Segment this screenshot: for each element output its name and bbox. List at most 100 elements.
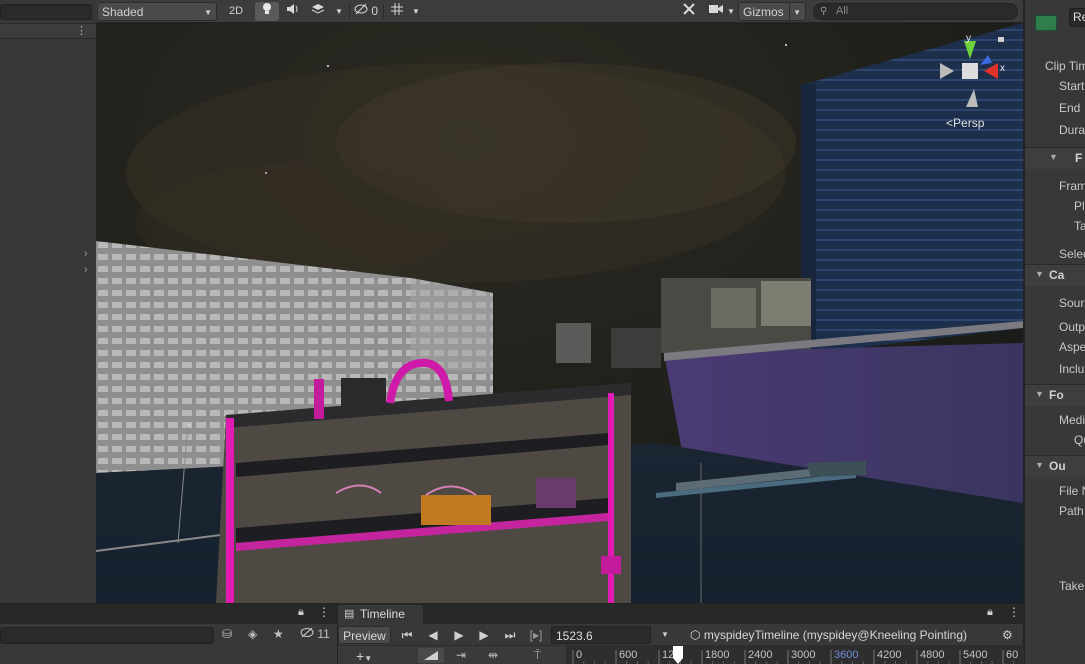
kebab-menu-icon[interactable]: ⋮	[318, 605, 330, 619]
filter-by-type-icon[interactable]: ⛁	[222, 627, 232, 641]
timeline-icon: ▤	[344, 608, 355, 620]
inspector-section-output[interactable]: ▼ Ou	[1025, 455, 1085, 477]
perspective-icon: <	[946, 116, 954, 130]
ruler-ticks: 0 600 120 1800 2400 3000 3600 4200 4800 5400 60	[572, 649, 1036, 664]
foldout-arrow-icon: ▼	[1035, 460, 1044, 470]
previous-frame-button[interactable]: ◀︎	[423, 626, 443, 644]
gizmo-neg-y-cone-icon[interactable]	[966, 89, 978, 107]
hidden-packages-toggle[interactable]: 11	[300, 627, 330, 641]
skip-forward-icon: ⏭︎	[504, 628, 516, 642]
kebab-menu-icon[interactable]: ⋮	[1008, 605, 1020, 619]
lock-icon[interactable]: 🔒︎	[298, 606, 304, 619]
scene-visibility-toggle[interactable]: 0	[354, 2, 380, 21]
scene-search-input[interactable]: ⚲ All	[813, 3, 1018, 20]
tab-timeline-label: Timeline	[360, 607, 405, 621]
camera-icon	[708, 4, 724, 18]
timeline-settings-button[interactable]: ⚙	[1002, 626, 1018, 644]
gizmo-neg-x-cone-icon[interactable]	[940, 63, 954, 79]
kebab-menu-icon[interactable]: ⋮	[76, 24, 87, 39]
object-name-field[interactable]: Re	[1069, 8, 1085, 27]
toggle-2d-button[interactable]: 2D	[224, 2, 248, 21]
scene-search-placeholder: All	[836, 5, 849, 17]
inspector-row-label: Dura	[1059, 123, 1085, 137]
eye-hidden-icon	[354, 3, 371, 18]
hidden-count-label: 11	[317, 627, 330, 641]
gizmos-dropdown[interactable]: Gizmos ▼	[738, 2, 806, 22]
section-label: Ca	[1049, 268, 1065, 282]
add-track-button[interactable]: +▼	[356, 646, 372, 664]
playhead-icon[interactable]	[673, 646, 683, 664]
frame-format-dropdown[interactable]: ▼	[661, 626, 673, 644]
gizmo-z-cone-icon[interactable]	[980, 55, 992, 65]
inspector-row-label: Inclu	[1059, 362, 1085, 376]
gizmo-y-label: y	[966, 33, 971, 44]
grid-toggle-button[interactable]	[387, 2, 407, 21]
snap-icon: ⇥	[456, 648, 467, 662]
camera-settings-button[interactable]	[704, 2, 728, 21]
inspector-section-capture[interactable]: ▼ Ca	[1025, 264, 1085, 286]
lighting-toggle-button[interactable]	[255, 2, 279, 21]
fold-arrow-icon[interactable]: ›	[84, 248, 88, 260]
tab-timeline[interactable]: ▤ Timeline	[338, 605, 423, 624]
ripple-mode-button[interactable]: ⇹	[488, 648, 498, 662]
fold-arrow-icon[interactable]: ›	[84, 264, 88, 276]
inspector-row-label: Fram	[1059, 179, 1085, 193]
hierarchy-search-field[interactable]	[0, 4, 92, 20]
inspector-row-label: Take	[1059, 579, 1085, 593]
audio-toggle-button[interactable]	[282, 2, 304, 21]
go-to-end-button[interactable]: ⏭︎	[499, 626, 521, 644]
scene-viewport[interactable]: y x <Persp	[96, 23, 1023, 603]
lock-icon[interactable]: 🔒︎	[987, 606, 993, 619]
curves-toggle-button[interactable]	[418, 648, 444, 663]
inspector-row-label: Ta	[1074, 219, 1085, 233]
chevron-down-icon: ▼	[204, 8, 212, 17]
gizmo-x-cone-icon[interactable]	[984, 63, 998, 79]
foldout-arrow-icon: ▼	[1035, 389, 1044, 399]
shading-mode-dropdown[interactable]: Shaded ▼	[97, 2, 217, 21]
tools-button[interactable]	[678, 2, 700, 21]
grid-dropdown-arrow[interactable]: ▼	[412, 2, 424, 21]
next-frame-button[interactable]: ▶︎	[474, 626, 494, 644]
project-search-input[interactable]	[0, 627, 214, 644]
toolbar-divider	[349, 4, 350, 19]
timeline-ruler[interactable]: 0 600 120 1800 2400 3000 3600 4200 4800 5400 60	[566, 646, 1036, 664]
marker-toggle-button[interactable]: ⍑	[534, 648, 541, 663]
go-to-start-button[interactable]: ⏮︎	[397, 626, 417, 644]
inspector-section-format[interactable]: ▼ Fo	[1025, 384, 1085, 406]
effects-toggle-button[interactable]	[307, 2, 329, 21]
play-range-button[interactable]: [▸]	[525, 626, 547, 644]
ruler-tick-label: 2400	[748, 649, 772, 661]
timeline-panel: ▤ Timeline 🔒︎ ⋮ Preview ⏮︎ ◀︎ ▶︎ ▶︎ ⏭︎ […	[337, 603, 1036, 664]
section-label: F	[1075, 151, 1083, 165]
projection-toggle[interactable]: <Persp	[946, 116, 984, 130]
favorite-star-icon[interactable]: ★	[273, 627, 284, 641]
layers-icon	[311, 4, 325, 18]
preview-toggle-button[interactable]: Preview	[338, 626, 391, 644]
gizmo-center-cube-icon[interactable]	[962, 63, 978, 79]
snap-toggle-button[interactable]: ⇥	[456, 648, 466, 662]
inspector-panel: Re Clip Tim Start End Dura ▼ F Fram Pl T…	[1023, 0, 1085, 664]
eye-hidden-icon	[300, 627, 317, 641]
lightbulb-icon	[261, 3, 273, 19]
plus-icon: +	[356, 648, 365, 664]
chevron-down-icon: ▼	[727, 7, 735, 16]
camera-dropdown-arrow[interactable]: ▼	[727, 2, 737, 21]
skip-back-icon: ⏮︎	[401, 628, 413, 642]
toolbar-divider	[383, 4, 384, 19]
timeline-tab-bar: ▤ Timeline 🔒︎ ⋮	[338, 604, 1024, 624]
play-button[interactable]: ▶︎	[449, 626, 469, 644]
lock-icon[interactable]	[998, 37, 1004, 42]
inspector-row-label: Outp	[1059, 320, 1085, 334]
effects-dropdown-arrow[interactable]: ▼	[335, 2, 347, 21]
ruler-tick-label: 3600	[834, 649, 858, 661]
preview-label: Preview	[343, 629, 386, 643]
inspector-section-frames[interactable]: ▼ F	[1025, 147, 1085, 169]
inspector-row-label: Pl	[1074, 199, 1085, 213]
timeline-asset-selector[interactable]: ⬡ myspideyTimeline (myspidey@Kneeling Po…	[690, 626, 967, 644]
scene-render	[96, 23, 1023, 603]
hierarchy-header: ⋮	[0, 23, 96, 39]
shading-mode-label: Shaded	[102, 5, 144, 19]
label-tag-icon[interactable]: ◈	[248, 627, 257, 641]
ruler-tick-label: 5400	[963, 649, 987, 661]
current-frame-field[interactable]: 1523.6	[551, 626, 651, 644]
